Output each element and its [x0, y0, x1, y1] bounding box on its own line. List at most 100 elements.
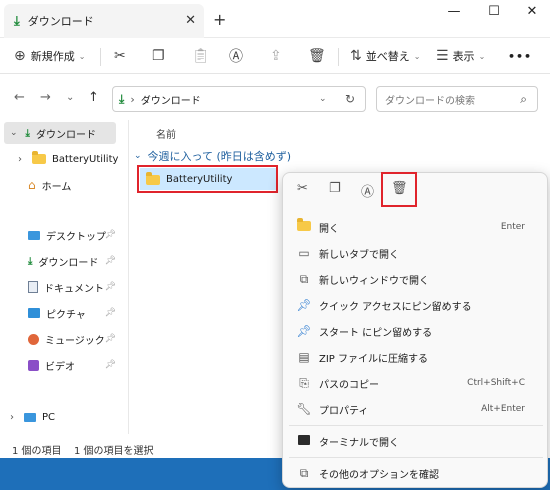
pin-icon[interactable]: 📌︎	[105, 360, 116, 370]
menu-item-pin-start[interactable]: 📌︎ スタート にピン留めする	[283, 319, 549, 343]
sidebar-item-pc[interactable]: › PC	[0, 406, 120, 428]
menu-item-label: クイック アクセスにピン留めする	[319, 301, 472, 313]
address-bar[interactable]: ⤓ › ダウンロード ⌄ ↻	[112, 86, 366, 112]
pane-divider[interactable]	[128, 120, 129, 434]
menu-item-open-new-tab[interactable]: ▭ 新しいタブで開く	[283, 241, 549, 265]
menu-item-properties[interactable]: 🔧︎ プロパティ Alt+Enter	[283, 397, 549, 421]
desktop-icon	[28, 230, 40, 240]
menu-item-open-new-window[interactable]: ⧉ 新しいウィンドウで開く	[283, 267, 549, 291]
menu-divider	[289, 457, 543, 458]
menu-item-compress-zip[interactable]: ▤ ZIP ファイルに圧縮する	[283, 345, 549, 369]
music-icon	[28, 333, 39, 345]
menu-item-shortcut: Ctrl+Shift+C	[467, 378, 525, 388]
sidebar-item-documents[interactable]: ドキュメント 📌︎	[0, 276, 120, 298]
menu-item-shortcut: Alt+Enter	[481, 404, 525, 414]
sidebar-item-label: ピクチャ	[46, 309, 86, 321]
view-icon: ☰	[436, 48, 449, 64]
copy-icon[interactable]: ❐	[329, 181, 341, 196]
breadcrumb[interactable]: ダウンロード	[141, 92, 201, 107]
view-button[interactable]: ☰ 表示 ⌄	[436, 46, 485, 66]
pin-icon[interactable]: 📌︎	[105, 308, 116, 318]
menu-divider	[289, 425, 543, 426]
picture-icon	[28, 308, 40, 318]
menu-item-open-terminal[interactable]: ターミナルで開く	[283, 429, 549, 453]
share-button[interactable]: ⇪	[270, 46, 282, 66]
more-options-icon: ⧉	[299, 465, 309, 480]
group-header[interactable]: ⌄ 今週に入って (昨日は含めず)	[134, 148, 291, 164]
column-header-name[interactable]: 名前	[156, 126, 176, 141]
sidebar-item-downloads[interactable]: ⤓ ダウンロード 📌︎	[0, 250, 120, 272]
new-window-icon: ⧉	[299, 271, 309, 286]
pin-icon[interactable]: 📌︎	[105, 282, 116, 292]
cut-button[interactable]: ✂	[114, 46, 126, 66]
pin-icon[interactable]: 📌︎	[105, 230, 116, 240]
search-placeholder: ダウンロードの検索	[385, 95, 475, 107]
pin-icon[interactable]: 📌︎	[105, 256, 116, 266]
divider	[100, 48, 101, 66]
chevron-right-icon[interactable]: ›	[10, 412, 14, 423]
zip-icon: ▤	[298, 350, 310, 364]
download-icon: ⤓	[14, 13, 20, 29]
sidebar-item-home[interactable]: ⌂ ホーム	[0, 174, 120, 196]
sort-button[interactable]: ⇅ 並べ替え ⌄	[350, 46, 420, 66]
chevron-down-icon[interactable]: ⌄	[319, 94, 327, 104]
menu-item-label: 開く	[319, 223, 339, 235]
menu-item-label: ターミナルで開く	[319, 437, 399, 449]
sidebar-item-batteryutility[interactable]: › BatteryUtility	[0, 148, 120, 170]
paste-button[interactable]: 📋︎	[192, 46, 210, 66]
search-input[interactable]: ダウンロードの検索 ⌕	[376, 86, 538, 112]
more-button[interactable]: •••	[508, 46, 532, 66]
copy-path-icon: ⎘	[299, 375, 309, 390]
sidebar-item-desktop[interactable]: デスクトップ 📌︎	[0, 224, 120, 246]
menu-item-more-options[interactable]: ⧉ その他のオプションを確認	[283, 461, 549, 485]
breadcrumb-separator-icon: ›	[130, 92, 135, 106]
refresh-icon[interactable]: ↻	[345, 92, 355, 106]
close-window-button[interactable]: ✕	[518, 4, 546, 24]
up-arrow-icon[interactable]: ↑	[88, 90, 99, 105]
sidebar-item-pictures[interactable]: ピクチャ 📌︎	[0, 302, 120, 324]
download-icon: ⤓	[25, 127, 30, 139]
chevron-right-icon[interactable]: ›	[18, 154, 22, 165]
pin-icon: 📌︎	[296, 298, 312, 312]
download-icon: ⤓	[28, 255, 33, 267]
video-icon	[28, 359, 39, 371]
new-tab-button[interactable]: +	[213, 10, 226, 29]
minimize-button[interactable]: —	[440, 4, 468, 24]
maximize-button[interactable]: ☐	[480, 4, 508, 24]
menu-item-label: プロパティ	[319, 405, 369, 417]
chevron-down-icon[interactable]: ⌄	[10, 128, 18, 138]
navigation-pane: ⌄ ⤓ ダウンロード › BatteryUtility ⌂ ホーム デスクトップ…	[0, 120, 128, 434]
back-arrow-icon[interactable]: ←	[14, 90, 25, 105]
sort-label: 並べ替え	[365, 50, 410, 63]
rename-icon[interactable]: Ⓐ	[361, 181, 374, 200]
sidebar-item-label: ダウンロード	[38, 257, 99, 269]
document-icon	[28, 281, 38, 293]
cut-icon[interactable]: ✂	[297, 181, 308, 196]
menu-item-open[interactable]: 開く Enter	[283, 215, 549, 239]
search-icon[interactable]: ⌕	[520, 92, 527, 107]
sidebar-item-downloads-quick[interactable]: ⌄ ⤓ ダウンロード	[4, 122, 116, 144]
sidebar-item-label: PC	[42, 411, 56, 423]
menu-item-copy-path[interactable]: ⎘ パスのコピー Ctrl+Shift+C	[283, 371, 549, 395]
new-button[interactable]: ⊕ 新規作成 ⌄	[14, 46, 85, 66]
copy-button[interactable]: ❐	[152, 46, 165, 66]
menu-item-label: パスのコピー	[319, 379, 379, 391]
menu-item-shortcut: Enter	[500, 222, 525, 232]
sidebar-item-label: ドキュメント	[44, 283, 104, 295]
rename-button[interactable]: Ⓐ	[229, 46, 243, 66]
terminal-icon	[296, 434, 312, 448]
sidebar-item-videos[interactable]: ビデオ 📌︎	[0, 354, 120, 376]
delete-button[interactable]: 🗑︎	[308, 46, 326, 66]
sidebar-item-music[interactable]: ミュージック 📌︎	[0, 328, 120, 350]
menu-item-pin-quick-access[interactable]: 📌︎ クイック アクセスにピン留めする	[283, 293, 549, 317]
menu-item-label: その他のオプションを確認	[319, 469, 439, 481]
close-tab-icon[interactable]: ✕	[185, 13, 196, 28]
forward-arrow-icon[interactable]: →	[40, 90, 51, 105]
group-label: 今週に入って (昨日は含めず)	[147, 150, 292, 163]
recent-chevron-icon[interactable]: ⌄	[66, 92, 74, 103]
folder-open-icon	[296, 218, 312, 234]
tab-downloads[interactable]: ⤓ ダウンロード ✕	[4, 4, 204, 38]
sort-icon: ⇅	[350, 48, 362, 64]
pin-icon[interactable]: 📌︎	[105, 334, 116, 344]
new-tab-icon: ▭	[298, 246, 310, 260]
